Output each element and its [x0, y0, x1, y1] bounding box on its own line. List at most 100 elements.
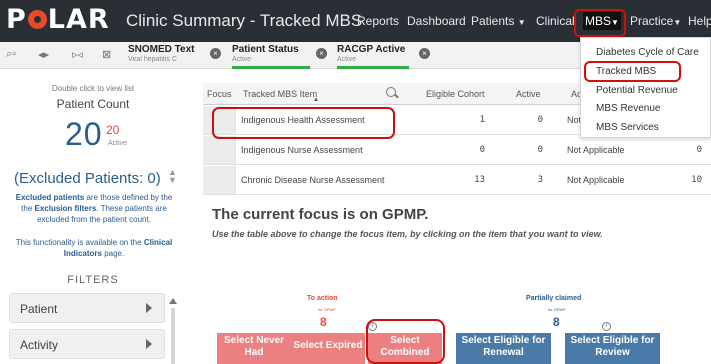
- highlight-indigenous-health: [212, 107, 395, 139]
- row-status: Not: [567, 115, 582, 125]
- nav-clinical[interactable]: Clinical: [536, 14, 575, 28]
- nav-dashboard[interactable]: Dashboard: [407, 14, 466, 28]
- patient-count-active-label: Active: [108, 140, 128, 147]
- clear-selections-icon[interactable]: ⊠: [102, 48, 111, 61]
- scroll-track[interactable]: [171, 308, 175, 364]
- chip-title: SNOMED Text: [128, 44, 195, 55]
- note-text: page.: [101, 249, 125, 258]
- caret-right-icon: [146, 339, 152, 349]
- table-row[interactable]: Chronic Disease Nurse Assessment 13 3 No…: [203, 166, 711, 195]
- step-back-icon[interactable]: ◂▸: [38, 48, 49, 61]
- col-focus[interactable]: Focus: [207, 89, 232, 99]
- filter-chip-racgp-active[interactable]: RACGP Active Active ×: [337, 42, 433, 69]
- row-cohort: 13: [474, 175, 485, 185]
- row-cohort: 1: [479, 115, 485, 125]
- nav-practice[interactable]: Practice▼: [630, 14, 681, 28]
- excluded-description: Excluded patients are those defined by t…: [10, 192, 178, 225]
- partially-claimed-label: Partially claimed: [526, 295, 582, 302]
- filter-patient[interactable]: Patient: [9, 293, 165, 323]
- row-active: 0: [537, 115, 543, 125]
- chevron-down-icon: ▼: [673, 18, 682, 27]
- table-row[interactable]: Indigenous Nurse Assessment 0 0 Not Appl…: [203, 136, 711, 165]
- select-eligible-renewal-button[interactable]: Select Eligible for Renewal: [456, 333, 551, 364]
- menu-item-diabetes-cycle[interactable]: Diabetes Cycle of Care: [596, 47, 699, 58]
- col-eligible-cohort[interactable]: Eligible Cohort: [426, 89, 485, 99]
- filter-chip-snomed[interactable]: SNOMED Text Viral hepatitis C ×: [128, 42, 224, 69]
- nav-help[interactable]: Help: [688, 14, 711, 28]
- chip-selected-bar: [232, 66, 310, 69]
- focus-subtitle: Use the table above to change the focus …: [212, 229, 603, 239]
- filter-label: Activity: [20, 338, 59, 352]
- nav-reports[interactable]: Reports: [357, 14, 399, 28]
- chip-value: Viral hepatitis C: [128, 56, 177, 63]
- filters-heading: FILTERS: [67, 274, 119, 286]
- chip-value: Active: [337, 56, 357, 63]
- select-expired-button[interactable]: Select Expired: [291, 333, 365, 364]
- patient-count-title: Patient Count: [56, 97, 130, 111]
- row-last: 0: [696, 145, 702, 155]
- polar-logo[interactable]: P LAR: [6, 4, 110, 35]
- chip-selected-bar: [337, 66, 409, 69]
- row-item: Chronic Disease Nurse Assessment: [241, 175, 385, 185]
- chip-value: Active: [232, 56, 252, 63]
- col-active[interactable]: Active: [516, 89, 541, 99]
- row-item: Indigenous Nurse Assessment: [241, 145, 363, 155]
- scroll-up-icon[interactable]: [169, 298, 177, 304]
- caret-right-icon: [146, 303, 152, 313]
- info-icon[interactable]: i: [602, 322, 611, 331]
- mbs-dropdown-menu: Diabetes Cycle of Care Tracked MBS Poten…: [580, 37, 711, 138]
- partially-claimed-sub: for GPMP: [548, 307, 566, 312]
- nav-patients-label: Patients: [471, 14, 515, 28]
- to-action-count: 8: [320, 315, 327, 329]
- menu-item-potential-revenue[interactable]: Potential Revenue: [596, 85, 678, 96]
- chip-title: Patient Status: [232, 44, 299, 55]
- patient-count-active-value: 20: [106, 123, 120, 137]
- close-icon[interactable]: ×: [210, 48, 221, 59]
- chip-title: RACGP Active: [337, 44, 406, 55]
- patient-count-value[interactable]: 20: [65, 116, 103, 153]
- row-active: 0: [537, 145, 543, 155]
- menu-item-mbs-revenue[interactable]: MBS Revenue: [596, 103, 660, 114]
- nav-patients[interactable]: Patients ▼: [471, 14, 526, 28]
- row-active: 3: [537, 175, 543, 185]
- sort-updown-icon[interactable]: ▲ ▼: [168, 168, 177, 185]
- partially-claimed-count: 8: [553, 315, 560, 329]
- nav-clinical-label: Clinical: [536, 14, 575, 28]
- highlight-select-combined: [366, 319, 445, 364]
- close-icon[interactable]: ×: [419, 48, 430, 59]
- row-last: 10: [691, 175, 702, 185]
- row-cohort: 0: [479, 145, 485, 155]
- focus-cell[interactable]: [203, 166, 236, 194]
- chevron-down-icon: ▼: [517, 18, 526, 27]
- functionality-note: This functionality is available on the C…: [10, 237, 178, 259]
- sort-asc-icon: ▲: [313, 97, 319, 103]
- to-action-label: To action: [307, 295, 338, 302]
- page-title: Clinic Summary - Tracked MBS: [126, 11, 363, 30]
- exclusion-filters-term: Exclusion filters: [34, 204, 97, 213]
- to-action-sub: for GPMP: [318, 307, 336, 312]
- excluded-patients-term: Excluded patients: [15, 193, 85, 202]
- filter-activity[interactable]: Activity: [9, 329, 165, 359]
- filter-chip-patient-status[interactable]: Patient Status Active ×: [232, 42, 328, 69]
- left-panel: Double click to view list Patient Count …: [0, 70, 186, 364]
- focus-cell[interactable]: [203, 136, 236, 164]
- filters-scrollbar[interactable]: [168, 298, 178, 364]
- highlight-tracked-mbs: [584, 61, 681, 82]
- menu-item-mbs-services[interactable]: MBS Services: [596, 122, 659, 133]
- row-status: Not Applicable: [567, 145, 625, 155]
- note-text: This functionality is available on the: [15, 238, 144, 247]
- logo-o-icon: [27, 10, 47, 29]
- select-eligible-review-button[interactable]: Select Eligible for Review: [565, 333, 660, 364]
- search-icon[interactable]: [386, 87, 396, 97]
- top-nav-bar: P LAR Clinic Summary - Tracked MBS Report…: [0, 0, 711, 42]
- col-tracked-mbs-item[interactable]: Tracked MBS Item: [243, 89, 317, 99]
- close-icon[interactable]: ×: [316, 48, 327, 59]
- nav-practice-label: Practice: [630, 14, 674, 28]
- select-never-had-button[interactable]: Select Never Had: [217, 333, 291, 364]
- focus-title: The current focus is on GPMP.: [212, 206, 429, 223]
- double-click-hint: Double click to view list: [51, 84, 135, 93]
- step-forward-icon[interactable]: ▹◃: [72, 48, 83, 61]
- smart-search-icon[interactable]: ⌕▫: [6, 48, 16, 61]
- mbs-highlight: [574, 9, 626, 37]
- row-status: Not Applicable: [567, 175, 625, 185]
